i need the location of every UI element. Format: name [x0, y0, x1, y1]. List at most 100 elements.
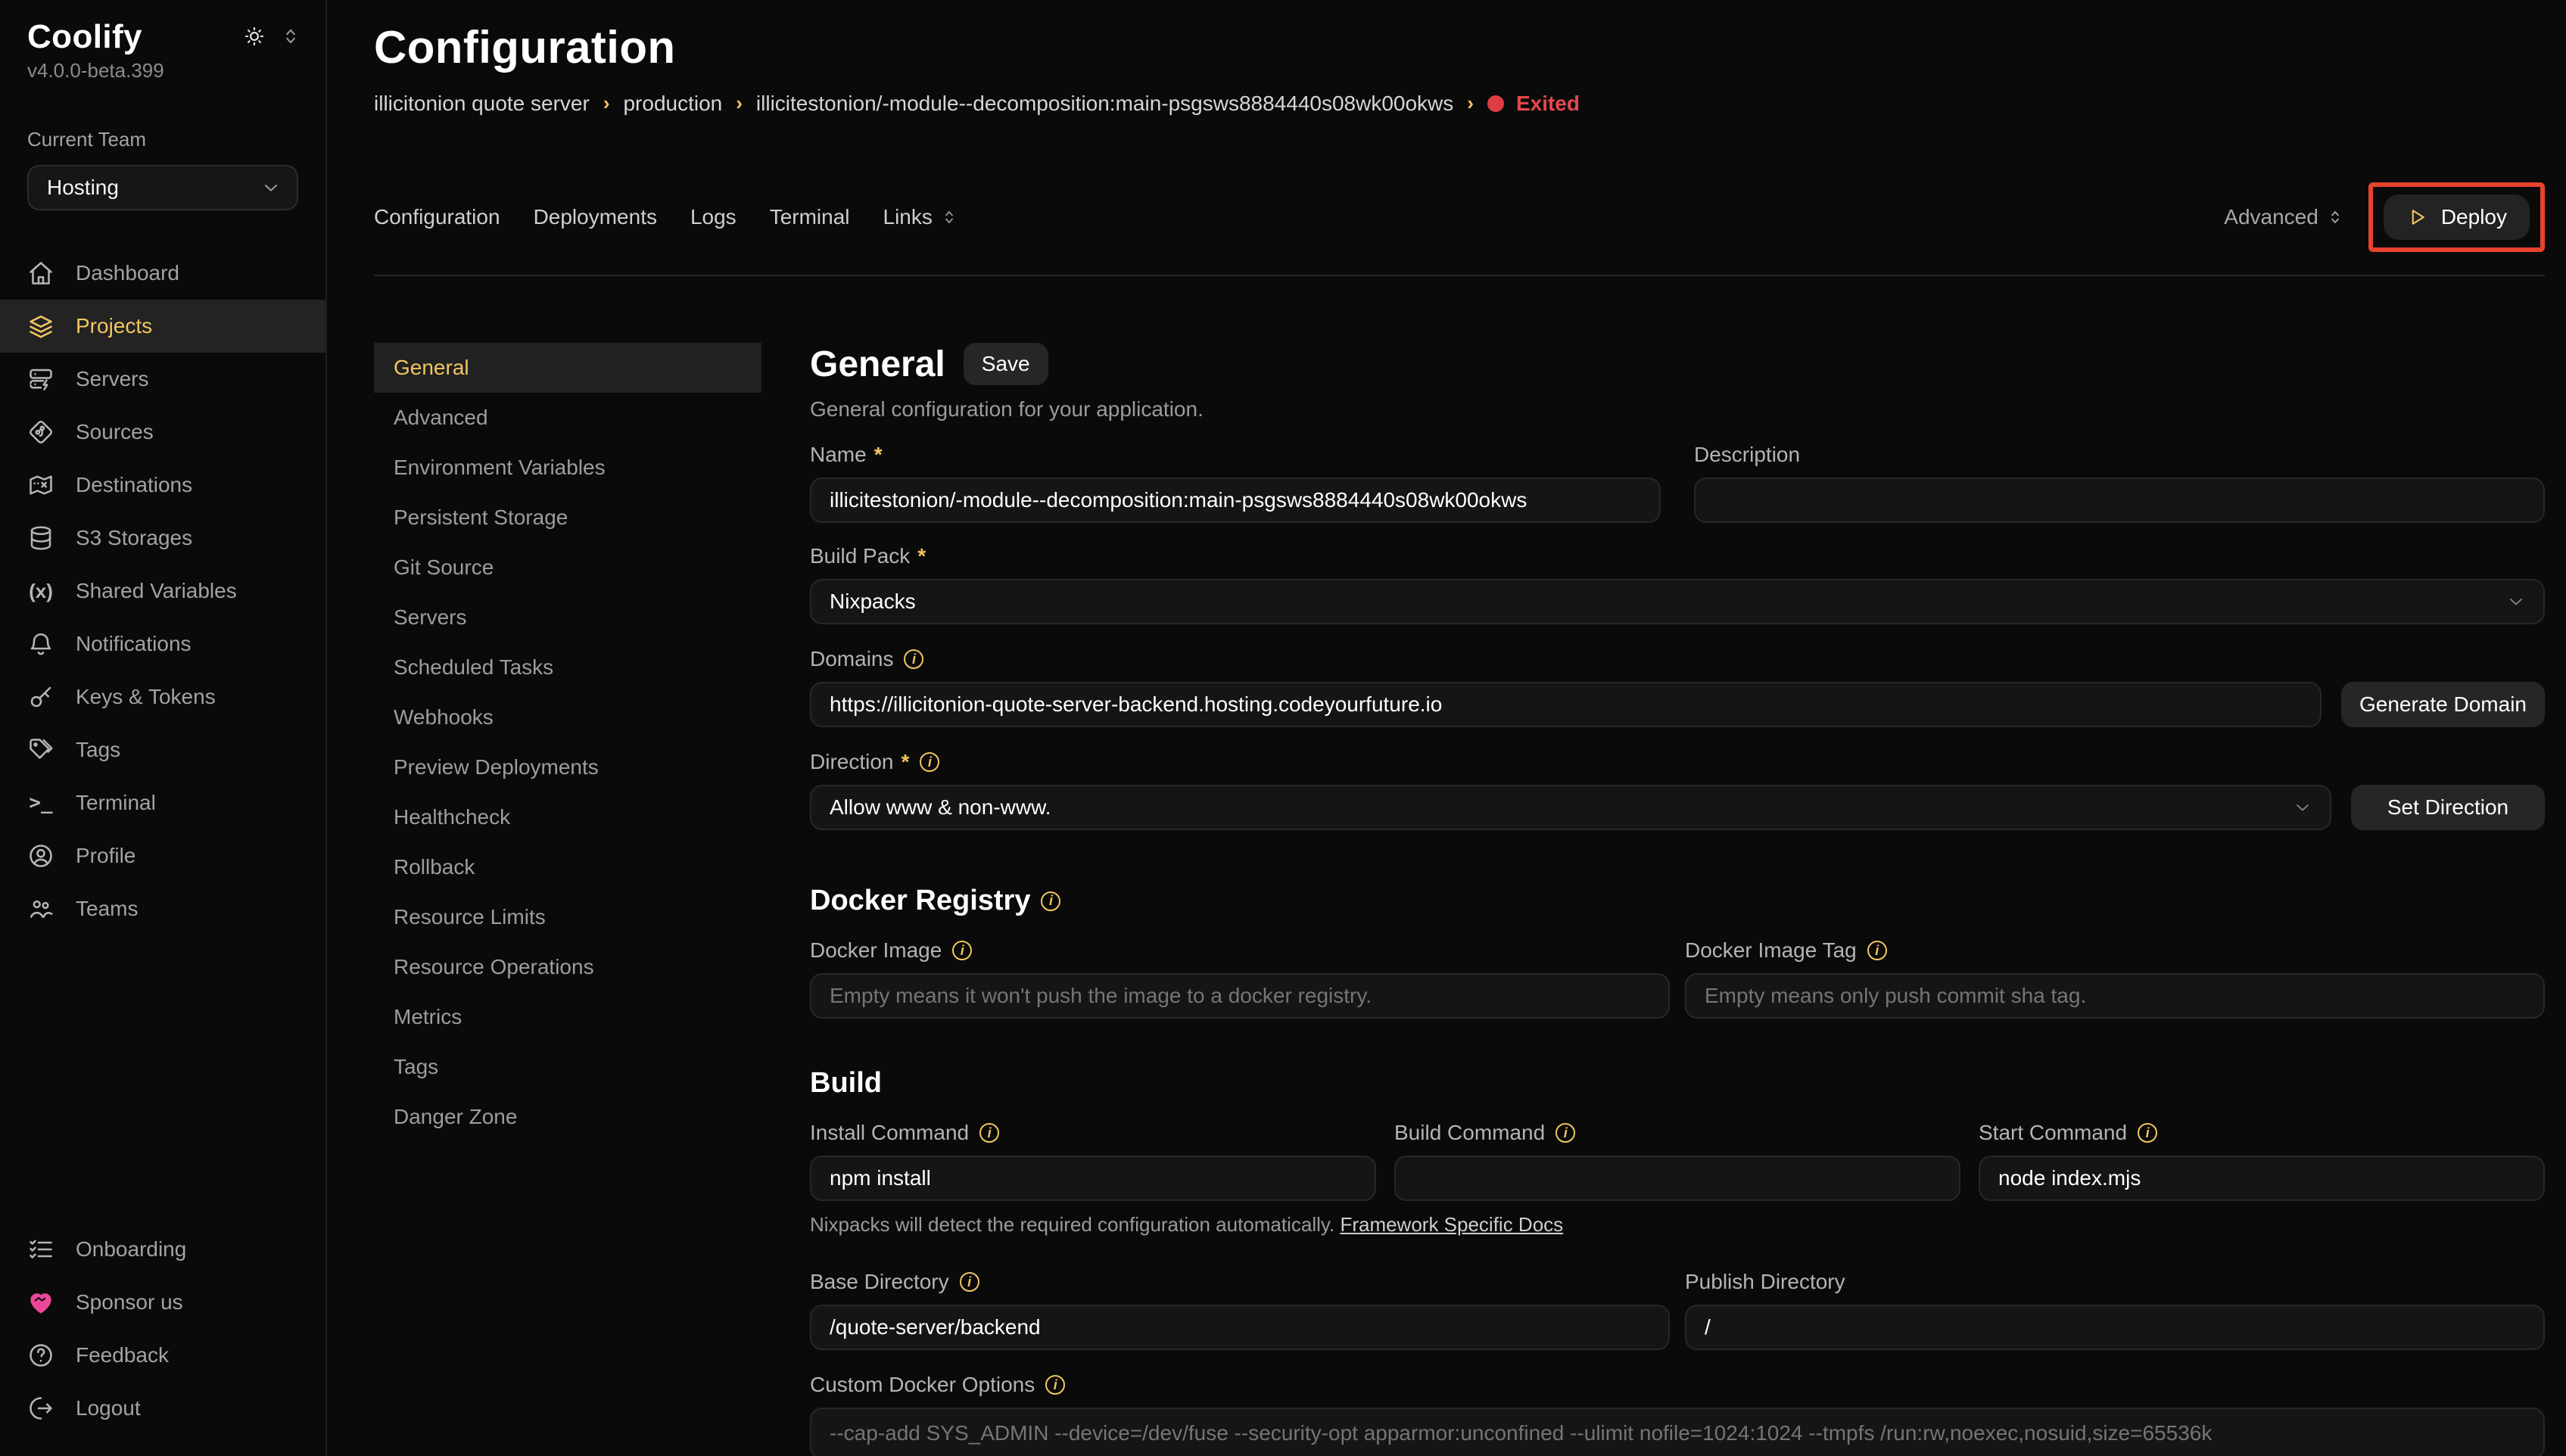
sidebar-item-shared-variables[interactable]: (x) Shared Variables — [0, 565, 325, 618]
info-icon[interactable]: i — [920, 752, 939, 772]
subnav-item-environment-variables[interactable]: Environment Variables — [374, 443, 761, 493]
publish-directory-input[interactable] — [1685, 1305, 2545, 1350]
build-pack-select[interactable]: Nixpacks — [810, 579, 2545, 624]
tab-configuration[interactable]: Configuration — [374, 205, 500, 229]
info-icon[interactable]: i — [952, 941, 972, 960]
breadcrumb-environment[interactable]: production — [623, 92, 722, 116]
info-icon[interactable]: i — [960, 1272, 979, 1292]
breadcrumb-application[interactable]: illicitestonion/-module--decomposition:m… — [756, 92, 1453, 116]
sidebar-item-profile[interactable]: Profile — [0, 829, 325, 882]
sidebar-item-keys-tokens[interactable]: Keys & Tokens — [0, 670, 325, 723]
chevron-up-down-icon[interactable] — [280, 26, 301, 47]
sidebar-item-logout[interactable]: Logout — [0, 1382, 325, 1435]
breadcrumb-project[interactable]: illicitonion quote server — [374, 92, 590, 116]
generate-domain-button[interactable]: Generate Domain — [2341, 682, 2545, 727]
subnav-item-persistent-storage[interactable]: Persistent Storage — [374, 493, 761, 543]
subnav-item-metrics[interactable]: Metrics — [374, 992, 761, 1042]
info-icon[interactable]: i — [1555, 1123, 1575, 1143]
sidebar-item-s3-storages[interactable]: S3 Storages — [0, 512, 325, 565]
nixpacks-note: Nixpacks will detect the required config… — [810, 1213, 2545, 1237]
subnav-item-healthcheck[interactable]: Healthcheck — [374, 792, 761, 842]
chevron-right-icon: › — [1467, 92, 1474, 115]
advanced-dropdown[interactable]: Advanced — [2224, 205, 2344, 229]
docker-image-input[interactable] — [810, 973, 1670, 1019]
chevron-down-icon — [2294, 798, 2312, 817]
breadcrumb: illicitonion quote server › production ›… — [374, 92, 2545, 116]
theme-toggle-icon[interactable] — [244, 26, 265, 47]
help-circle-icon — [27, 1342, 54, 1369]
settings-subnav: General Advanced Environment Variables P… — [374, 343, 761, 1456]
subnav-item-webhooks[interactable]: Webhooks — [374, 692, 761, 742]
domains-input[interactable] — [810, 682, 2322, 727]
subnav-item-advanced[interactable]: Advanced — [374, 393, 761, 443]
description-input[interactable] — [1694, 478, 2545, 523]
sidebar-item-notifications[interactable]: Notifications — [0, 618, 325, 670]
sidebar-item-tags[interactable]: Tags — [0, 723, 325, 776]
sidebar-item-teams[interactable]: Teams — [0, 882, 325, 935]
build-pack-label: Build Pack — [810, 544, 910, 568]
main-content: Configuration illicitonion quote server … — [327, 0, 2566, 1456]
sidebar: Coolify v4.0.0-beta.399 Current Team Hos… — [0, 0, 327, 1456]
name-input[interactable] — [810, 478, 1661, 523]
custom-docker-options-label: Custom Docker Options — [810, 1373, 1035, 1397]
info-icon[interactable]: i — [1041, 891, 1060, 911]
subnav-item-tags[interactable]: Tags — [374, 1042, 761, 1092]
sidebar-item-onboarding[interactable]: Onboarding — [0, 1223, 325, 1276]
sidebar-item-destinations[interactable]: Destinations — [0, 459, 325, 512]
tab-logs[interactable]: Logs — [690, 205, 736, 229]
install-command-input[interactable] — [810, 1156, 1376, 1201]
info-icon[interactable]: i — [2138, 1123, 2157, 1143]
subnav-item-git-source[interactable]: Git Source — [374, 543, 761, 593]
heart-handshake-icon — [27, 1289, 54, 1316]
docker-image-tag-label: Docker Image Tag — [1685, 938, 1857, 963]
info-icon[interactable]: i — [1867, 941, 1887, 960]
sidebar-item-sponsor[interactable]: Sponsor us — [0, 1276, 325, 1329]
git-source-icon — [27, 418, 54, 446]
direction-value: Allow www & non-www. — [830, 795, 1051, 820]
docker-image-tag-input[interactable] — [1685, 973, 2545, 1019]
deploy-button[interactable]: Deploy — [2384, 194, 2530, 240]
tab-deployments[interactable]: Deployments — [534, 205, 657, 229]
map-icon — [27, 471, 54, 499]
save-button[interactable]: Save — [964, 343, 1048, 385]
sidebar-item-feedback[interactable]: Feedback — [0, 1329, 325, 1382]
direction-select[interactable]: Allow www & non-www. — [810, 785, 2331, 830]
tab-terminal[interactable]: Terminal — [770, 205, 850, 229]
info-icon[interactable]: i — [979, 1123, 999, 1143]
subnav-item-preview-deployments[interactable]: Preview Deployments — [374, 742, 761, 792]
sidebar-item-sources[interactable]: Sources — [0, 406, 325, 459]
custom-docker-options-input[interactable] — [810, 1408, 2545, 1456]
sidebar-item-terminal[interactable]: >_ Terminal — [0, 776, 325, 829]
subnav-item-danger-zone[interactable]: Danger Zone — [374, 1092, 761, 1142]
subnav-item-resource-limits[interactable]: Resource Limits — [374, 892, 761, 942]
bell-icon — [27, 630, 54, 658]
tags-icon — [27, 736, 54, 764]
publish-directory-label: Publish Directory — [1685, 1270, 1845, 1294]
build-pack-value: Nixpacks — [830, 590, 916, 614]
domains-label: Domains — [810, 647, 893, 671]
base-directory-input[interactable] — [810, 1305, 1670, 1350]
framework-docs-link[interactable]: Framework Specific Docs — [1340, 1213, 1563, 1236]
sidebar-item-dashboard[interactable]: Dashboard — [0, 247, 325, 300]
sidebar-item-servers[interactable]: Servers — [0, 353, 325, 406]
server-icon — [27, 366, 54, 393]
chevron-right-icon: › — [736, 92, 743, 115]
build-command-input[interactable] — [1394, 1156, 1960, 1201]
subnav-item-scheduled-tasks[interactable]: Scheduled Tasks — [374, 642, 761, 692]
set-direction-button[interactable]: Set Direction — [2351, 785, 2545, 830]
database-icon — [27, 524, 54, 552]
annotation-highlight: Deploy — [2368, 182, 2545, 252]
start-command-input[interactable] — [1979, 1156, 2545, 1201]
tab-links[interactable]: Links — [883, 205, 958, 229]
info-icon[interactable]: i — [904, 649, 923, 669]
subnav-item-rollback[interactable]: Rollback — [374, 842, 761, 892]
build-heading: Build — [810, 1067, 882, 1100]
subnav-item-servers[interactable]: Servers — [374, 593, 761, 642]
info-icon[interactable]: i — [1045, 1375, 1065, 1395]
user-circle-icon — [27, 842, 54, 870]
chevron-down-icon — [260, 177, 282, 198]
subnav-item-resource-operations[interactable]: Resource Operations — [374, 942, 761, 992]
subnav-item-general[interactable]: General — [374, 343, 761, 393]
team-select[interactable]: Hosting — [27, 165, 298, 210]
sidebar-item-projects[interactable]: Projects — [0, 300, 325, 353]
